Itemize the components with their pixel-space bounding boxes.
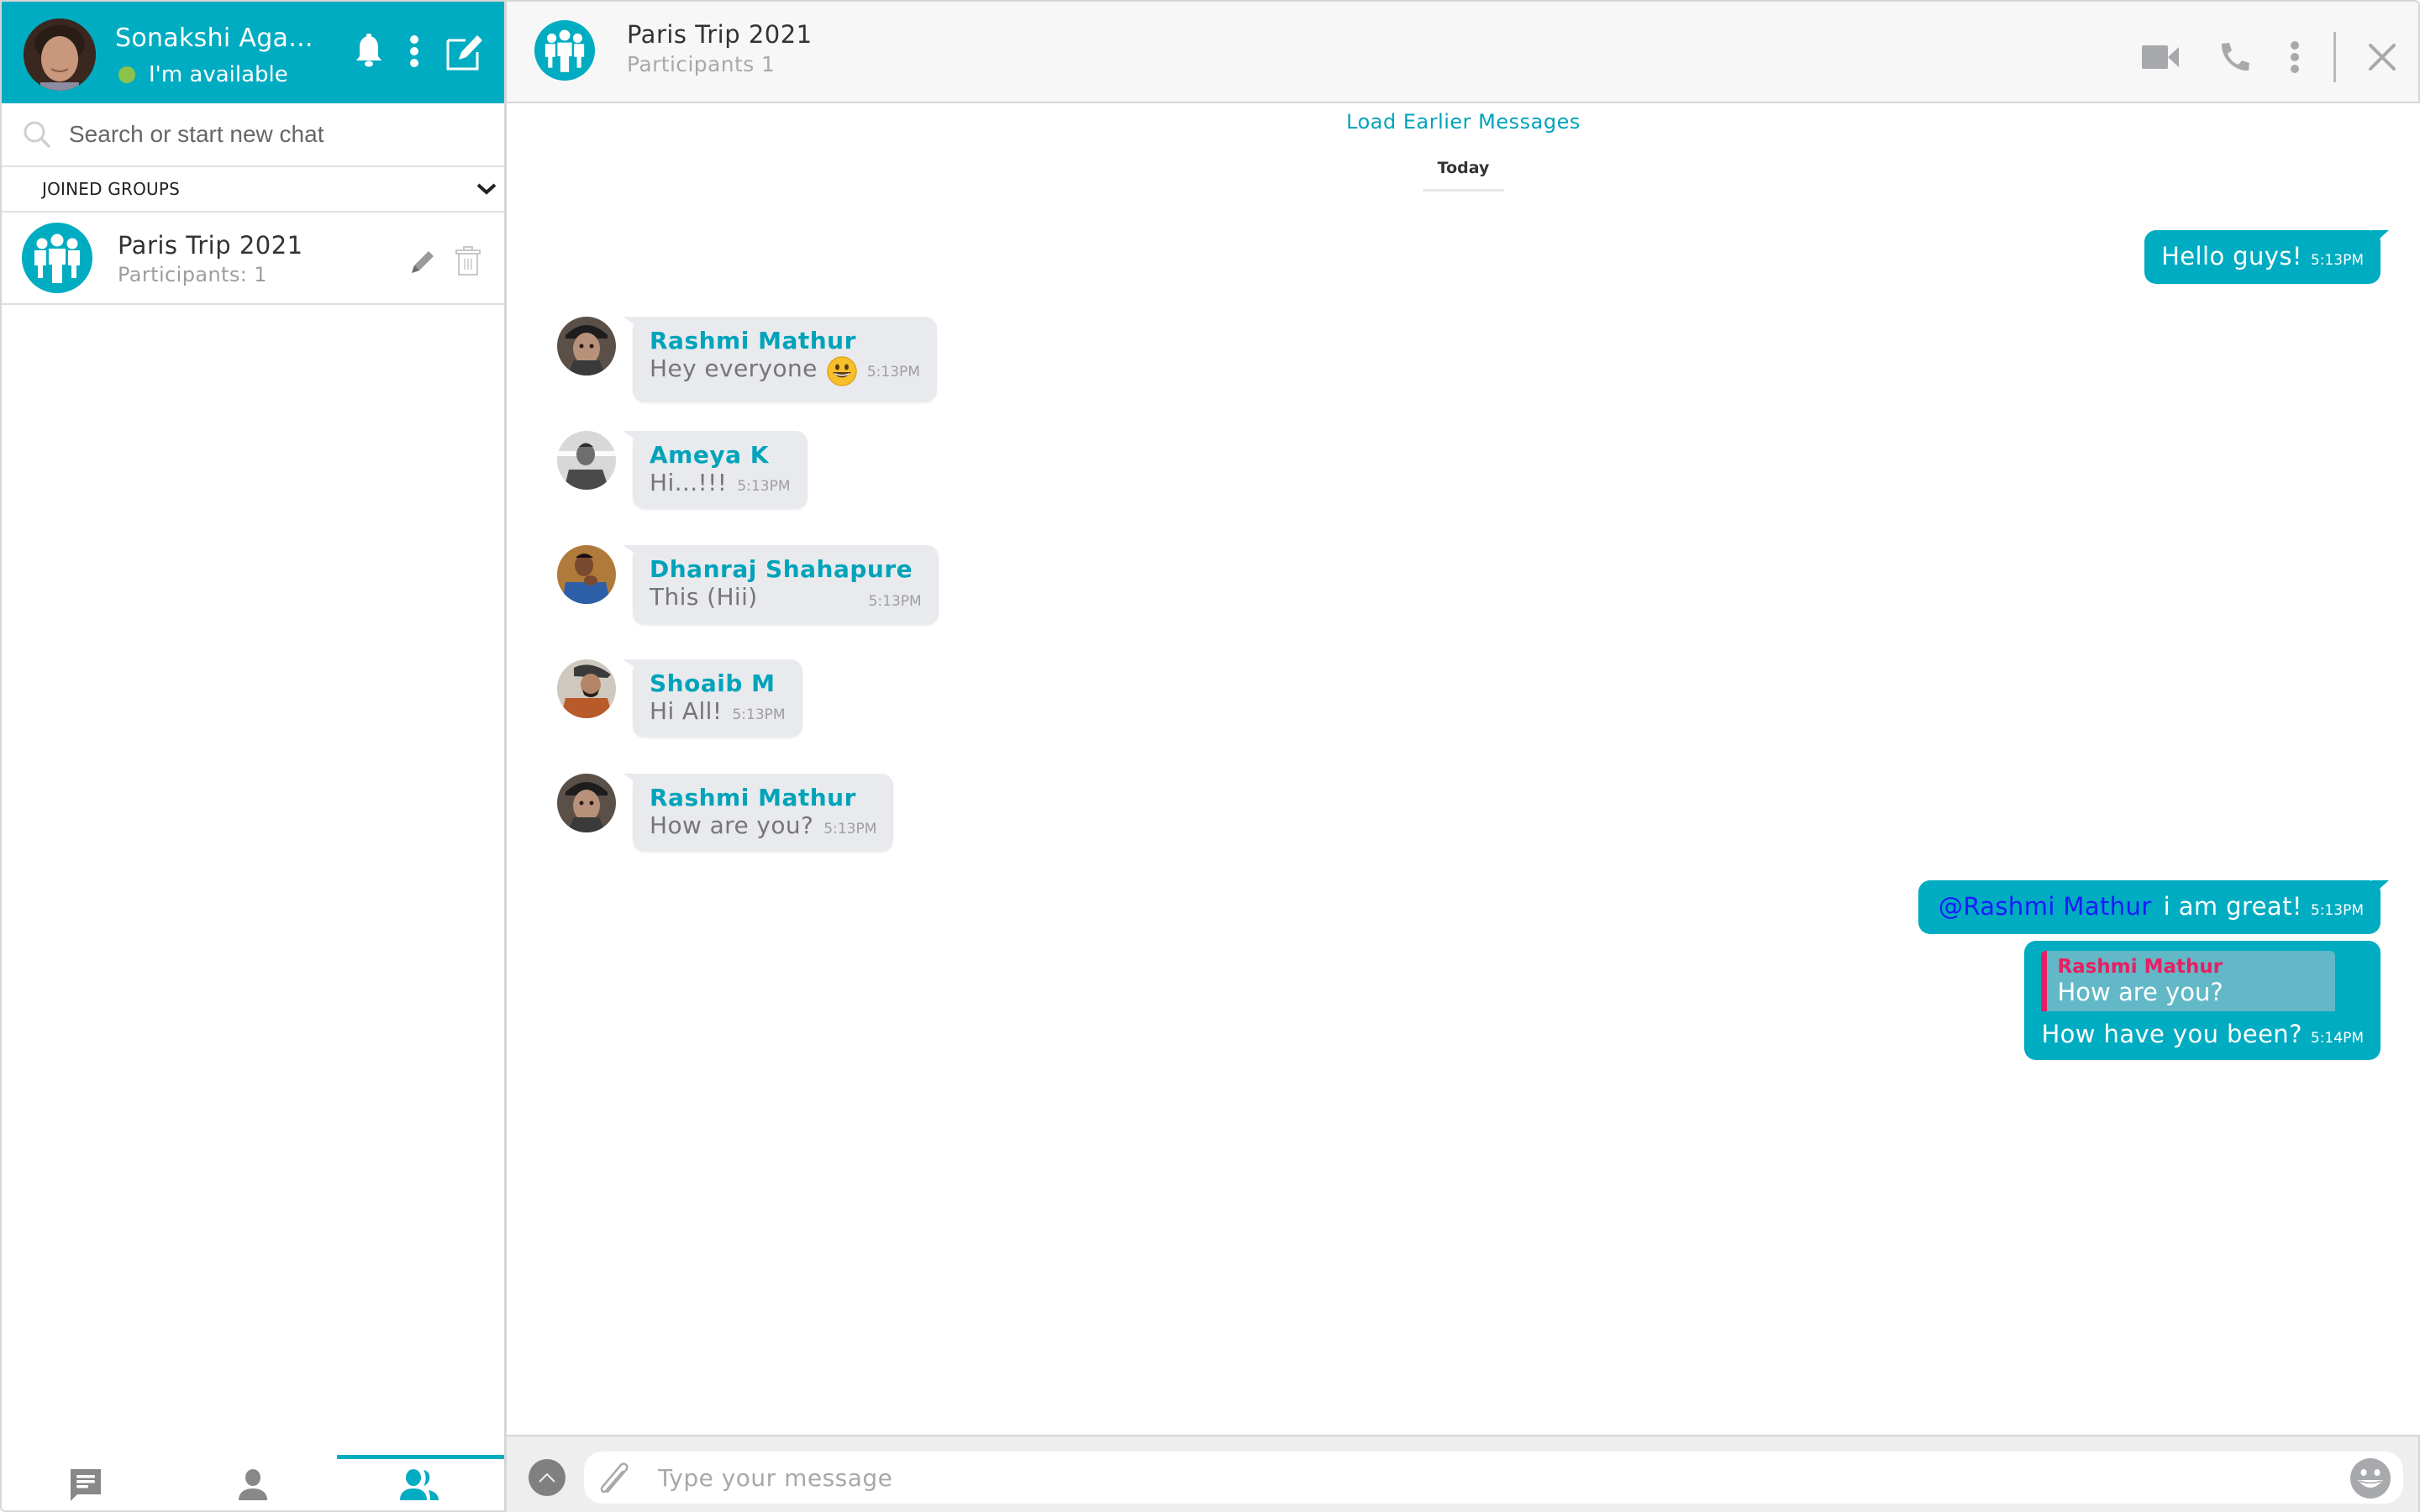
message-text: How are you? xyxy=(650,811,814,839)
status-label: I'm available xyxy=(149,62,288,87)
message-bubble: Rashmi Mathur How are you? 5:13PM xyxy=(622,774,894,851)
sender-name: Dhanraj Shahapure xyxy=(650,555,913,583)
quoted-message[interactable]: Rashmi Mathur How are you? xyxy=(2041,951,2336,1011)
message-text: How have you been? xyxy=(2041,1020,2302,1048)
chat-panel: Paris Trip 2021 Participants 1 Load Earl… xyxy=(507,0,2420,1512)
message-time: 5:13PM xyxy=(737,478,791,495)
user-name: Sonakshi Aga... xyxy=(115,24,313,53)
sender-avatar[interactable] xyxy=(557,659,616,718)
message-text: Hey everyone xyxy=(650,354,818,382)
group-participants: Participants: 1 xyxy=(118,263,267,286)
message-time: 5:13PM xyxy=(732,706,786,723)
load-earlier-link[interactable]: Load Earlier Messages xyxy=(507,110,2420,134)
more-vertical-icon[interactable] xyxy=(2290,40,2300,74)
profile-header: Sonakshi Aga... I'm available xyxy=(2,0,504,103)
status-dot xyxy=(118,66,135,83)
mention-link[interactable]: @Rashmi Mathur xyxy=(1939,892,2152,921)
message-list[interactable]: Load Earlier Messages Today Hello guys! 5… xyxy=(507,103,2420,1435)
sender-name: Rashmi Mathur xyxy=(650,327,856,354)
close-icon[interactable] xyxy=(2368,43,2396,71)
sender-name: Ameya K xyxy=(650,441,769,469)
sidebar: Sonakshi Aga... I'm available Search or … xyxy=(0,0,507,1512)
availability-status[interactable]: I'm available xyxy=(118,62,288,87)
message-time: 5:13PM xyxy=(2310,902,2364,919)
group-avatar-icon xyxy=(22,223,92,293)
chevron-down-icon[interactable] xyxy=(476,182,497,196)
message-composer xyxy=(507,1435,2420,1512)
message-time: 5:13PM xyxy=(2310,252,2364,269)
quoted-text: How are you? xyxy=(2057,978,2223,1006)
sender-avatar[interactable] xyxy=(557,317,616,375)
chat-icon xyxy=(70,1469,101,1501)
message-time: 5:14PM xyxy=(2310,1030,2364,1047)
expand-button[interactable] xyxy=(529,1459,566,1496)
chat-header: Paris Trip 2021 Participants 1 xyxy=(507,0,2420,103)
message-bubble: Ameya K Hi...!!! 5:13PM xyxy=(623,431,808,508)
message-time: 5:13PM xyxy=(866,364,920,381)
outgoing-message: @Rashmi Mathur i am great! 5:13PM xyxy=(1918,880,2390,934)
joined-groups-header[interactable]: JOINED GROUPS xyxy=(2,167,504,213)
search-icon xyxy=(24,121,50,148)
pencil-icon[interactable] xyxy=(408,248,437,276)
phone-icon[interactable] xyxy=(2219,41,2251,73)
tab-groups[interactable] xyxy=(336,1436,505,1510)
message-time: 5:13PM xyxy=(868,593,922,610)
group-avatar-icon xyxy=(534,20,595,81)
message-field xyxy=(584,1452,2403,1504)
video-call-icon[interactable] xyxy=(2142,45,2179,70)
chevron-up-icon xyxy=(539,1473,555,1483)
trash-icon[interactable] xyxy=(455,246,481,276)
emoji-icon[interactable] xyxy=(2349,1457,2391,1499)
message-bubble: Dhanraj Shahapure This (Hii) 5:13PM xyxy=(623,545,939,624)
message-text: Hello guys! xyxy=(2161,242,2302,270)
tab-contacts[interactable] xyxy=(169,1436,336,1510)
smiley-emoji-icon xyxy=(827,355,857,390)
sender-avatar[interactable] xyxy=(557,431,616,490)
bell-icon[interactable] xyxy=(355,34,383,69)
message-text: Hi...!!! xyxy=(650,469,728,496)
sender-name: Shoaib M xyxy=(650,669,776,697)
message-text: This (Hii) xyxy=(650,583,758,611)
quoted-sender: Rashmi Mathur xyxy=(2057,956,2223,978)
header-divider xyxy=(2333,32,2336,82)
chat-title: Paris Trip 2021 xyxy=(627,20,813,49)
paperclip-icon[interactable] xyxy=(596,1462,633,1495)
user-avatar[interactable] xyxy=(24,18,96,91)
group-name: Paris Trip 2021 xyxy=(118,231,303,260)
compose-icon[interactable] xyxy=(445,32,484,71)
tab-chats[interactable] xyxy=(2,1436,169,1510)
group-icon xyxy=(400,1469,439,1500)
date-separator: Today xyxy=(1422,159,1505,192)
message-time: 5:13PM xyxy=(823,821,877,837)
message-text: i am great! xyxy=(2163,892,2302,921)
sender-avatar[interactable] xyxy=(557,545,616,604)
outgoing-reply-message: Rashmi Mathur How are you? How have you … xyxy=(2024,941,2381,1060)
sender-avatar[interactable] xyxy=(557,774,616,832)
section-label: JOINED GROUPS xyxy=(42,179,181,199)
more-vertical-icon[interactable] xyxy=(408,34,420,69)
message-bubble: Rashmi Mathur Hey everyone 5:13PM xyxy=(623,317,937,402)
sidebar-tabs xyxy=(2,1436,505,1510)
chat-participants: Participants 1 xyxy=(627,52,776,76)
message-text: Hi All! xyxy=(650,697,723,725)
group-list-item[interactable]: Paris Trip 2021 Participants: 1 xyxy=(2,213,504,305)
outgoing-message: Hello guys! 5:13PM xyxy=(2144,230,2389,284)
chat-app: Sonakshi Aga... I'm available Search or … xyxy=(0,0,2420,1512)
search-input[interactable] xyxy=(69,121,472,148)
message-input[interactable] xyxy=(658,1460,2254,1495)
person-icon xyxy=(238,1469,267,1500)
search-bar xyxy=(2,103,504,167)
sender-name: Rashmi Mathur xyxy=(650,784,856,811)
message-bubble: Shoaib M Hi All! 5:13PM xyxy=(623,659,802,737)
